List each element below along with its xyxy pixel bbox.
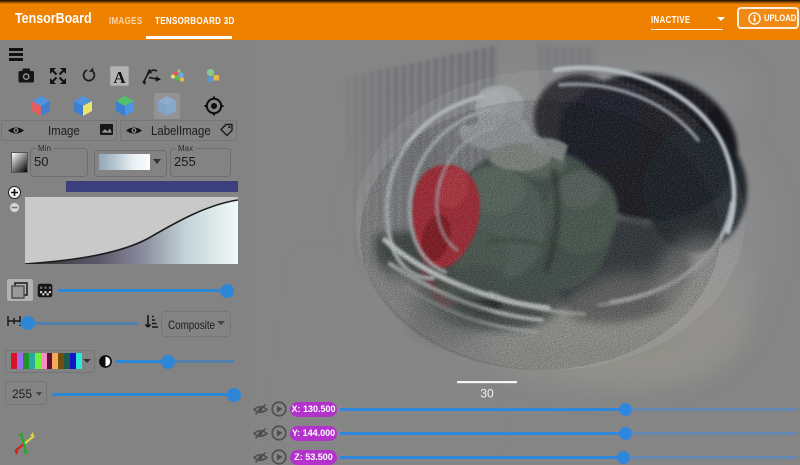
- svg-text:LabelImage: LabelImage: [151, 123, 211, 138]
- svg-text:30: 30: [480, 387, 494, 401]
- svg-text:A: A: [113, 68, 126, 87]
- svg-text:Image: Image: [48, 123, 80, 138]
